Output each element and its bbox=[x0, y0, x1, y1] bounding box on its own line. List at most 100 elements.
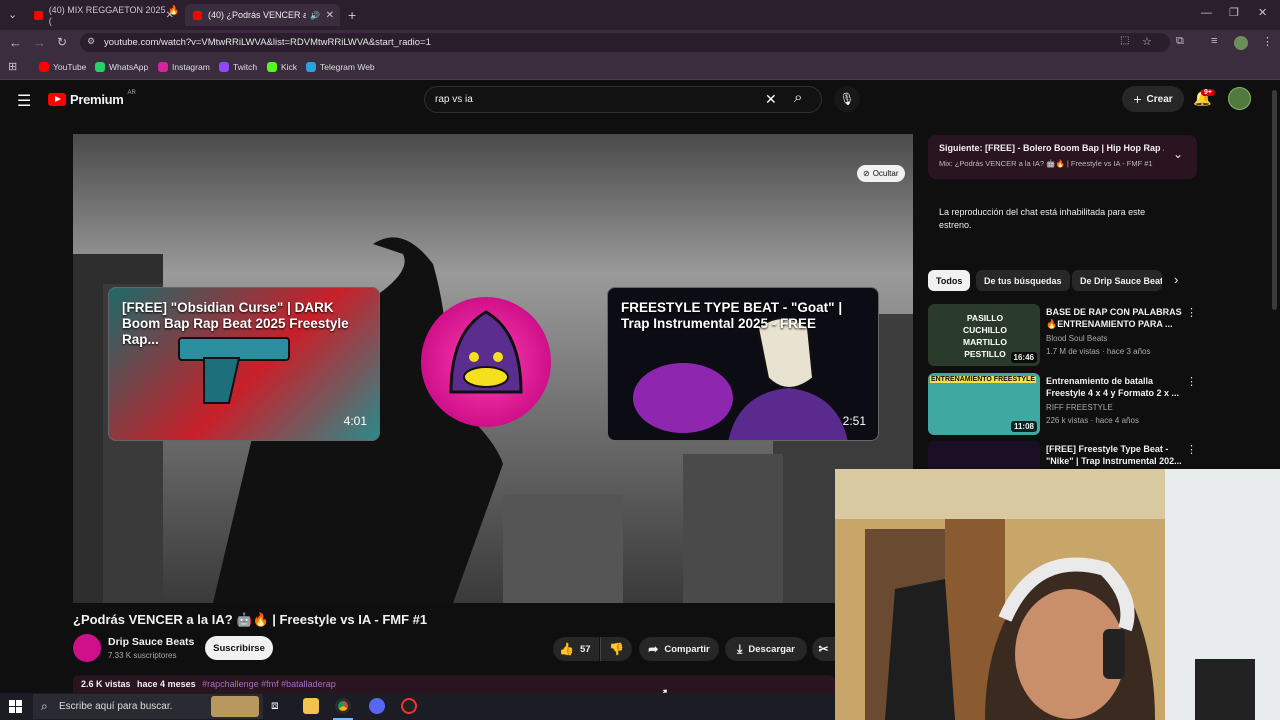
kick-icon bbox=[267, 62, 277, 72]
create-button[interactable]: + Crear bbox=[1122, 86, 1184, 112]
more-options-icon[interactable]: ⋮ bbox=[1186, 306, 1197, 319]
bookmark-label: Instagram bbox=[172, 62, 210, 72]
clear-search-icon[interactable]: ✕ bbox=[765, 91, 777, 108]
voice-search-mic-icon[interactable]: 🎙 bbox=[834, 86, 860, 112]
recommended-video[interactable]: PASILLO CUCHILLO MARTILLO PESTILLO 16:46… bbox=[928, 304, 1198, 366]
windows-start-icon[interactable] bbox=[9, 700, 22, 713]
video-thumbnail bbox=[928, 441, 1040, 469]
search-value: rap vs ia bbox=[435, 94, 473, 105]
channel-name[interactable]: Blood Soul Beats bbox=[1046, 334, 1107, 343]
address-bar-row: ← → ↻ ⚙ youtube.com/watch?v=VMtwRRiLWVA&… bbox=[0, 30, 1280, 55]
close-window-icon[interactable]: ✕ bbox=[1258, 6, 1267, 19]
video-thumbnail: PASILLO CUCHILLO MARTILLO PESTILLO 16:46 bbox=[928, 304, 1040, 366]
twitch-icon bbox=[219, 62, 229, 72]
speaker-icon[interactable]: 🔊 bbox=[310, 11, 320, 20]
search-icon[interactable]: ⌕ bbox=[794, 89, 802, 106]
forward-icon[interactable]: → bbox=[33, 35, 46, 50]
channel-logo-overlay[interactable] bbox=[421, 297, 551, 427]
description-box[interactable]: 2.6 K vistas hace 4 meses #rapchallenge … bbox=[73, 675, 835, 693]
restore-icon[interactable]: ❐ bbox=[1229, 6, 1239, 19]
profile-avatar[interactable] bbox=[1234, 36, 1248, 50]
account-avatar[interactable] bbox=[1228, 87, 1251, 110]
bookmark-label: WhatsApp bbox=[109, 62, 149, 72]
menu-kebab-icon[interactable]: ⋮ bbox=[1262, 35, 1273, 48]
bookmark-whatsapp[interactable]: WhatsApp bbox=[95, 62, 148, 72]
view-count: 2.6 K vistas bbox=[81, 679, 131, 689]
tab-search-icon[interactable]: ⌄ bbox=[8, 8, 17, 21]
tab-title: (40) MIX REGGAETON 2025 🔥 ( bbox=[48, 4, 180, 26]
bookmark-telegram-web[interactable]: Telegram Web bbox=[306, 62, 375, 72]
minimize-icon[interactable]: — bbox=[1201, 7, 1212, 19]
endcard-video-2[interactable]: FREESTYLE TYPE BEAT - "Goat" | Trap Inst… bbox=[607, 287, 879, 441]
channel-avatar[interactable] bbox=[73, 634, 101, 662]
more-options-icon[interactable]: ⋮ bbox=[1186, 443, 1197, 456]
video-duration: 16:46 bbox=[1010, 352, 1037, 363]
back-icon[interactable]: ← bbox=[9, 35, 22, 50]
up-next-playlist-panel[interactable]: Siguiente: [FREE] - Bolero Boom Bap | Hi… bbox=[928, 135, 1197, 179]
chip-todos[interactable]: Todos bbox=[928, 270, 971, 291]
bookmark-twitch[interactable]: Twitch bbox=[219, 62, 257, 72]
new-tab-icon[interactable]: + bbox=[348, 7, 356, 23]
install-icon[interactable]: ⬚ bbox=[1120, 35, 1129, 46]
youtube-logo[interactable]: Premium AR bbox=[48, 89, 136, 107]
chrome-icon[interactable] bbox=[335, 698, 351, 714]
share-label: Compartir bbox=[664, 643, 710, 655]
more-options-icon[interactable]: ⋮ bbox=[1186, 375, 1197, 388]
extensions-icon[interactable]: ⧉ bbox=[1176, 35, 1184, 48]
video-title: BASE DE RAP CON PALABRAS 🔥ENTRENAMIENTO … bbox=[1046, 307, 1182, 329]
telegram-web-icon bbox=[306, 62, 316, 72]
expand-chevron-down-icon[interactable]: ⌄ bbox=[1173, 147, 1183, 161]
task-view-icon[interactable]: ⧈ bbox=[271, 698, 279, 713]
bookmark-instagram[interactable]: Instagram bbox=[158, 62, 210, 72]
hashtags[interactable]: #rapchallenge #fmf #batalladerap bbox=[202, 679, 336, 689]
dislike-button[interactable]: 👎 bbox=[600, 637, 632, 661]
thumbnail-text: ENTRENAMIENTO FREESTYLE bbox=[930, 376, 1036, 383]
download-button[interactable]: ⤓ Descargar bbox=[725, 637, 807, 661]
close-tab-icon[interactable]: ✕ bbox=[326, 10, 334, 21]
apps-grid-icon[interactable]: ⊞ bbox=[8, 60, 17, 73]
recommended-video[interactable]: ENTRENAMIENTO FREESTYLE 11:08 Entrenamie… bbox=[928, 373, 1198, 435]
video-meta: 226 k vistas · hace 4 años bbox=[1046, 416, 1139, 425]
tab-video[interactable]: (40) ¿Podrás VENCER a la IA? 🔊 ✕ bbox=[185, 4, 340, 26]
discord-icon[interactable] bbox=[369, 698, 385, 714]
thumbs-down-icon: 👎 bbox=[609, 642, 624, 656]
video-title: [FREE] Freestyle Type Beat - "Nike" | Tr… bbox=[1046, 444, 1182, 466]
bookmark-youtube[interactable]: YouTube bbox=[39, 62, 86, 72]
clip-button[interactable]: ✂ bbox=[812, 637, 835, 661]
endcard-video-1[interactable]: [FREE] "Obsidian Curse" | DARK Boom Bap … bbox=[108, 287, 380, 441]
url-field[interactable]: ⚙ youtube.com/watch?v=VMtwRRiLWVA&list=R… bbox=[80, 33, 1170, 52]
recommended-video[interactable]: [FREE] Freestyle Type Beat - "Nike" | Tr… bbox=[928, 441, 1198, 469]
file-explorer-icon[interactable] bbox=[303, 698, 319, 714]
youtube-favicon-icon bbox=[193, 10, 202, 20]
chips-next-chevron-icon[interactable]: › bbox=[1174, 272, 1178, 287]
tab-reggaeton[interactable]: (40) MIX REGGAETON 2025 🔥 ( ✕ bbox=[26, 4, 180, 26]
site-info-icon[interactable]: ⚙ bbox=[87, 36, 95, 47]
channel-name[interactable]: Drip Sauce Beats bbox=[108, 636, 194, 648]
taskbar-search-input[interactable]: ⌕ Escribe aquí para buscar. bbox=[33, 694, 263, 719]
media-control-icon[interactable]: ≡ bbox=[1211, 35, 1217, 47]
youtube-icon bbox=[39, 62, 49, 72]
obs-icon[interactable] bbox=[401, 698, 417, 714]
youtube-play-logo-icon bbox=[48, 93, 66, 106]
premium-label: Premium bbox=[70, 92, 124, 107]
webcam-image bbox=[835, 469, 1280, 720]
channel-name[interactable]: RIFF FREESTYLE bbox=[1046, 403, 1113, 412]
reload-icon[interactable]: ↻ bbox=[57, 35, 67, 49]
hamburger-menu-icon[interactable]: ☰ bbox=[17, 91, 31, 111]
like-button[interactable]: 👍 57 bbox=[553, 637, 599, 661]
country-code: AR bbox=[127, 89, 136, 96]
subscribe-button[interactable]: Suscribirse bbox=[205, 636, 273, 660]
close-tab-icon[interactable]: ✕ bbox=[166, 10, 174, 21]
search-input[interactable]: rap vs ia ✕ ⌕ bbox=[424, 86, 822, 113]
page-scrollbar[interactable] bbox=[1272, 90, 1277, 310]
chip-de-tus-busquedas[interactable]: De tus búsquedas bbox=[976, 270, 1070, 291]
video-player[interactable]: ⊘ Ocultar [FREE] "Obsidian Curse" | DARK… bbox=[73, 134, 913, 603]
chip-de-drip-sauce-beats[interactable]: De Drip Sauce Beats bbox=[1072, 270, 1162, 291]
share-button[interactable]: ➦ Compartir bbox=[639, 637, 719, 661]
video-title: ¿Podrás VENCER a la IA? 🤖🔥 | Freestyle v… bbox=[73, 612, 428, 627]
bookmark-kick[interactable]: Kick bbox=[267, 62, 297, 72]
thumbs-up-icon: 👍 bbox=[559, 642, 574, 656]
bookmark-star-icon[interactable]: ☆ bbox=[1142, 35, 1152, 48]
download-icon: ⤓ bbox=[737, 641, 743, 656]
hide-endcards-button[interactable]: ⊘ Ocultar bbox=[857, 165, 905, 182]
